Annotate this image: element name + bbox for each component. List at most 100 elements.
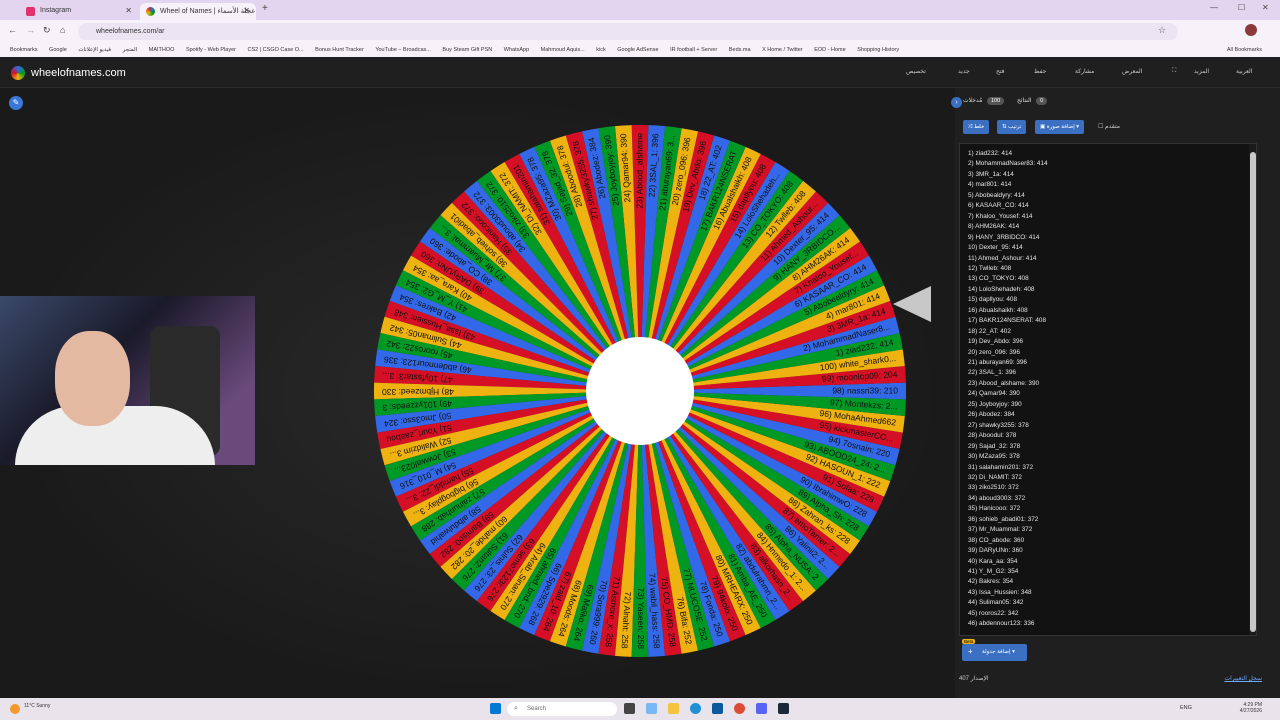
entry-line: 11) Ahmed_Ashour: 414 (968, 254, 1037, 262)
bookmark-item[interactable]: المتجر (123, 43, 138, 53)
bookmark-item[interactable]: Bonus Hunt Tracker (315, 43, 364, 53)
bookmark-item[interactable]: X Home / Twitter (762, 43, 803, 53)
search-icon: ⌕ (514, 705, 518, 712)
url-field[interactable]: wheelofnames.com/ar (78, 23, 1178, 40)
wheel-svg[interactable]: 1) ziad232: 4142) MohammadNaser8...3) 3M… (372, 123, 908, 659)
header-new[interactable]: جديد (958, 68, 970, 75)
bookmark-item[interactable]: فيديو الإعلانات (78, 43, 111, 53)
bookmark-item[interactable]: EOD - Home (814, 43, 845, 53)
entry-line: 1) ziad232: 414 (968, 150, 1013, 157)
bookmark-item[interactable]: Spotify - Web Player (186, 43, 236, 53)
entry-line: 8) AHM26AK: 414 (968, 223, 1020, 231)
search-label: Search (527, 706, 547, 712)
entry-line: 6) KASAAR_CO: 414 (968, 202, 1029, 210)
entries-textarea[interactable]: 1) ziad232: 414 2) MohammadNaser83: 414 3)… (959, 143, 1257, 636)
tab-entries[interactable]: مُدخلات 100 (963, 97, 1005, 105)
entry-line: 9) HANY_3RBIDCO: 414 (968, 233, 1040, 241)
bookmark-item[interactable]: All Bookmarks (1227, 43, 1262, 53)
store-icon[interactable] (712, 703, 723, 714)
forward-icon[interactable]: → (26, 25, 35, 35)
minimize-icon[interactable]: — (1210, 3, 1218, 12)
weather-text[interactable]: 11°C Sunny (24, 703, 50, 709)
reload-icon[interactable]: ↻ (43, 25, 51, 36)
add-image-button[interactable]: ▣ إضافة صورة ▾ (1035, 120, 1085, 134)
bookmark-item[interactable]: CS2 | CSGO Case O... (248, 43, 304, 53)
bookmark-item[interactable]: Google (49, 43, 67, 53)
bookmark-item[interactable]: IR football + Server (670, 43, 717, 53)
sort-button[interactable]: ⇅ ترتيب (997, 120, 1027, 134)
scrollbar-thumb[interactable] (1250, 152, 1256, 632)
entry-line: 16) Abualshaikh: 408 (968, 306, 1028, 314)
header-save[interactable]: حفظ (1034, 68, 1046, 75)
chrome-icon[interactable] (734, 703, 745, 714)
add-sheet-button[interactable]: + إضافة جدولة ▾ (962, 644, 1027, 661)
clock[interactable]: 4:29 PM 4/27/2026 (1240, 702, 1262, 714)
collapse-panel-icon[interactable]: › (951, 97, 962, 108)
tab-results[interactable]: النتائج 0 (1017, 97, 1048, 105)
wheel-slice-label: 98) nassri39: 210 (832, 385, 898, 395)
bookmark-item[interactable]: Beds.ma (729, 43, 751, 53)
add-image-label: إضافة صورة (1046, 124, 1075, 130)
bookmark-item[interactable]: Shopping History (857, 43, 899, 53)
weather-icon[interactable] (10, 704, 20, 714)
bookmark-item[interactable]: Google AdSense (617, 43, 658, 53)
close-icon[interactable]: ✕ (243, 6, 250, 15)
entry-line: 12) Twlleb: 408 (968, 264, 1012, 272)
back-icon[interactable]: ← (8, 25, 17, 35)
advanced-checkbox[interactable]: ☐ متقدم (1098, 123, 1120, 130)
bookmark-item[interactable]: Bookmarks (10, 43, 38, 53)
fullscreen-icon[interactable]: ⛶ (1172, 68, 1176, 75)
tab-wheel-of-names[interactable]: Wheel of Names | عجلة الأسماء ✕ (140, 3, 256, 20)
copilot-icon[interactable] (646, 703, 657, 714)
webcam-person-head (55, 331, 130, 426)
results-count-badge: 0 (1036, 97, 1048, 105)
close-icon[interactable]: ✕ (125, 6, 132, 15)
header-open[interactable]: فتح (996, 68, 1005, 75)
tab-instagram[interactable]: Instagram ✕ (20, 3, 138, 20)
avatar[interactable] (1245, 24, 1257, 36)
wheel-logo-icon (11, 66, 25, 80)
address-bar: ← → ↻ ⌂ wheelofnames.com/ar ☆ (0, 20, 1280, 43)
new-tab-icon[interactable]: + (262, 3, 268, 14)
windows-start-icon[interactable] (490, 703, 501, 714)
wheel-slice-label: 23) Abood_alshame (634, 133, 644, 209)
entry-line: 36) sohieb_abadi01: 372 (968, 515, 1039, 523)
shuffle-label: خلط (973, 124, 985, 130)
bookmark-item[interactable]: MAITHOO (149, 43, 175, 53)
file-explorer-icon[interactable] (668, 703, 679, 714)
language-indicator[interactable]: ENG (1180, 705, 1192, 711)
home-icon[interactable]: ⌂ (60, 25, 65, 35)
site-name[interactable]: wheelofnames.com (31, 67, 126, 79)
wheel[interactable]: 1) ziad232: 414 2) MohammadNaser8... 3) 3M… (372, 123, 908, 659)
pencil-icon[interactable]: ✎ (9, 96, 23, 110)
entry-line: 24) Qamar94: 390 (968, 390, 1020, 398)
shuffle-button[interactable]: ⤮ خلط (963, 120, 990, 134)
taskbar-search[interactable]: ⌕ Search (507, 702, 617, 716)
bookmark-item[interactable]: YouTube – Broadcas... (375, 43, 431, 53)
edge-icon[interactable] (690, 703, 701, 714)
header-more[interactable]: المزيد (1194, 68, 1209, 75)
header-customize[interactable]: تخصيص (906, 68, 926, 75)
beta-badge: Beta (962, 639, 976, 644)
task-view-icon[interactable] (624, 703, 635, 714)
bookmark-item[interactable]: Buy Steam Gift PSN (442, 43, 492, 53)
entry-line: 21) aburayan69: 396 (968, 359, 1027, 366)
header-gallery[interactable]: المعرض (1122, 68, 1142, 75)
header-share[interactable]: مشاركة (1075, 68, 1094, 75)
header-language[interactable]: العربية (1236, 68, 1252, 75)
discord-icon[interactable] (756, 703, 767, 714)
bookmark-star-icon[interactable]: ☆ (1158, 25, 1166, 36)
tab-title: Instagram (40, 7, 72, 14)
changelog-link[interactable]: سجل التغييرات (1224, 675, 1262, 682)
wheel-center-hub[interactable] (586, 337, 694, 445)
steam-icon[interactable] (778, 703, 789, 714)
scrollbar[interactable] (1249, 144, 1256, 635)
chevron-down-icon: ▾ (1074, 124, 1080, 130)
entry-line: 32) Di_NAMIT: 372 (968, 473, 1022, 481)
bookmark-item[interactable]: Mahmoud Aquis... (541, 43, 585, 53)
close-window-icon[interactable]: ✕ (1262, 3, 1269, 12)
bookmark-item[interactable]: WhatsApp (504, 43, 529, 53)
bookmark-item[interactable]: kick (596, 43, 605, 53)
maximize-icon[interactable]: ☐ (1238, 3, 1245, 12)
entry-line: 19) Dev_Abdo: 396 (968, 338, 1024, 346)
